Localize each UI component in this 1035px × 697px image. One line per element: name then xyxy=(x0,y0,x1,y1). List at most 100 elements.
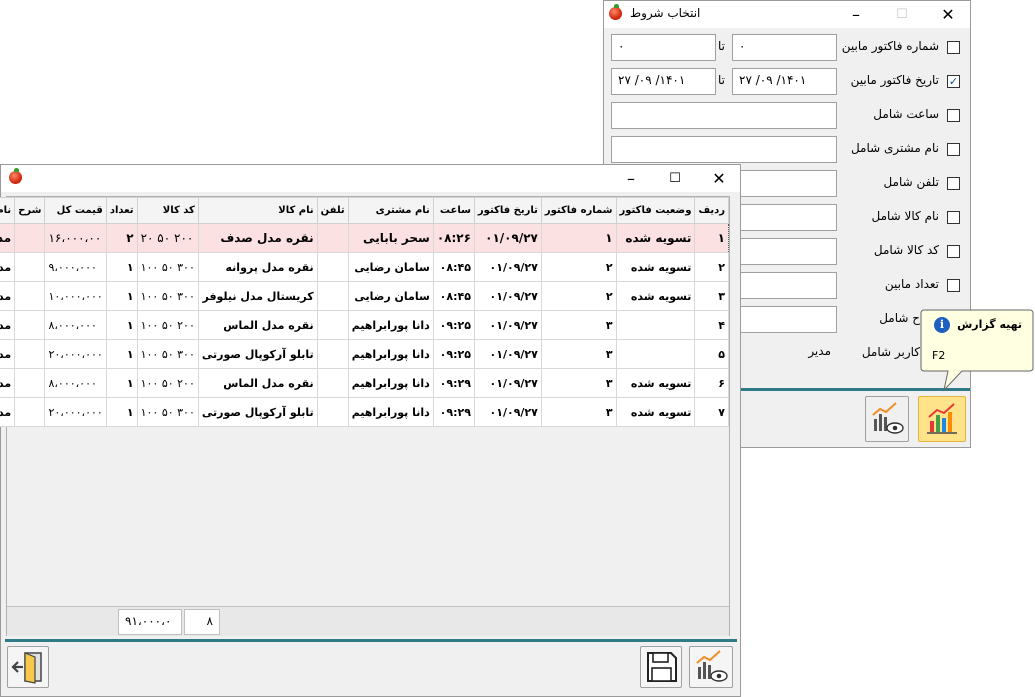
filter-label-4: تلفن شامل xyxy=(883,175,939,189)
table-cell: ۲ xyxy=(540,281,617,311)
tooltip-shortcut: F2 xyxy=(932,349,946,362)
filter-checkbox-6[interactable] xyxy=(947,245,960,258)
column-header[interactable]: شرح xyxy=(14,197,46,224)
column-header[interactable]: تاریخ فاکتور xyxy=(473,197,542,224)
table-cell: ۱ xyxy=(105,252,138,282)
column-header[interactable]: نام کالا xyxy=(197,197,318,224)
filter-from-input-0[interactable]: ۰ xyxy=(732,34,837,61)
column-header[interactable]: وضعیت فاکتور xyxy=(615,197,696,224)
table-cell: ۲۰۰ ۵۰ ۱۰۰ xyxy=(136,310,199,340)
column-header[interactable]: قیمت کل xyxy=(44,197,107,224)
close-button[interactable]: ✕ xyxy=(930,1,966,28)
column-header[interactable]: کد کالا xyxy=(136,197,199,224)
preview-button[interactable] xyxy=(689,646,733,688)
filter-value-input-2[interactable] xyxy=(611,102,837,129)
filter-from-input-1[interactable]: ۲۷ /۰۹ /۱۴۰۱ xyxy=(732,68,837,95)
table-cell: ۰۸:۴۵ xyxy=(432,281,475,311)
column-header[interactable]: شماره فاکتور xyxy=(540,197,617,224)
filter-checkbox-2[interactable] xyxy=(947,109,960,122)
table-cell: ۱ xyxy=(694,223,729,253)
table-cell: ۳ xyxy=(694,281,729,311)
column-header[interactable]: ردیف xyxy=(694,197,729,224)
table-row[interactable]: ۱ تسویه شده ۱ ۰۱/۰۹/۲۷ ۰۸:۲۶ سحر بابایی نقره م… xyxy=(0,223,729,253)
table-cell: ۲۰،۰۰۰،۰۰۰ xyxy=(44,397,107,427)
table-cell: ۰۱/۰۹/۲۷ xyxy=(473,252,542,282)
table-cell: ۰۱/۰۹/۲۷ xyxy=(473,339,542,369)
table-cell: ۱ xyxy=(105,368,138,398)
table-cell: تسویه شده xyxy=(615,281,696,311)
table-cell: نقره مدل صدف xyxy=(197,223,318,253)
minimize-button[interactable]: – xyxy=(613,165,649,192)
filter-value-input-3[interactable] xyxy=(611,136,837,163)
filter-checkbox-3[interactable] xyxy=(947,143,960,156)
filter-label-6: کد کالا شامل xyxy=(873,243,939,257)
chart-preview-icon xyxy=(696,650,728,682)
table-cell xyxy=(14,310,46,340)
filter-label-8: ح شامل xyxy=(879,311,920,325)
filter-to-input-1[interactable]: ۲۷ /۰۹ /۱۴۰۱ xyxy=(611,68,716,95)
grid-footer-bar xyxy=(7,606,729,636)
exit-button[interactable] xyxy=(7,646,49,688)
table-cell: ۳ xyxy=(540,310,617,340)
table-cell: ۷ xyxy=(694,397,729,427)
table-cell: ۴ xyxy=(694,310,729,340)
table-row[interactable]: ۳ تسویه شده ۲ ۰۱/۰۹/۲۷ ۰۸:۴۵ سامان رضایی کریست… xyxy=(0,281,729,311)
table-cell: کریستال مدل نیلوفر xyxy=(197,281,318,311)
table-cell: ۲۰۰ ۵۰ ۲۰ xyxy=(136,223,199,253)
table-cell xyxy=(316,281,349,311)
column-header[interactable]: ساعت xyxy=(432,197,475,224)
column-header[interactable]: نام مشتری xyxy=(347,197,434,224)
table-cell xyxy=(316,310,349,340)
table-cell: ۳۰۰ ۵۰ ۱۰۰ xyxy=(136,252,199,282)
table-cell: ۰۱/۰۹/۲۷ xyxy=(473,281,542,311)
minimize-button[interactable]: – xyxy=(838,1,874,28)
filter-checkbox-1[interactable]: ✓ xyxy=(947,75,960,88)
table-cell: مدیر xyxy=(0,368,16,398)
table-cell: ۸،۰۰۰،۰۰۰ xyxy=(44,368,107,398)
filter-checkbox-7[interactable] xyxy=(947,279,960,292)
results-grid[interactable]: ردیف وضعیت فاکتور شماره فاکتور تاریخ فاکتور… xyxy=(0,196,730,636)
column-header[interactable]: تعداد xyxy=(105,197,138,224)
table-row[interactable]: ۷ تسویه شده ۳ ۰۱/۰۹/۲۷ ۰۹:۲۹ دانا پورابراهیم ت… xyxy=(0,397,729,427)
table-cell: نقره مدل الماس xyxy=(197,368,318,398)
save-button[interactable] xyxy=(640,646,682,688)
column-header[interactable]: تلفن xyxy=(316,197,349,224)
table-cell: دانا پورابراهیم xyxy=(347,368,434,398)
table-cell xyxy=(14,368,46,398)
table-cell xyxy=(615,310,696,340)
chart-preview-icon xyxy=(872,402,904,434)
table-cell: دانا پورابراهیم xyxy=(347,339,434,369)
filter-checkbox-0[interactable] xyxy=(947,41,960,54)
filter-label-1: تاریخ فاکتور مابین xyxy=(850,73,939,87)
filter-to-input-0[interactable]: ۰ xyxy=(611,34,716,61)
filter-to-label-1: تا xyxy=(718,73,725,87)
table-cell: سحر بابایی xyxy=(347,223,434,253)
table-cell: ۰۸:۲۶ xyxy=(432,223,475,253)
filter-checkbox-4[interactable] xyxy=(947,177,960,190)
report-titlebar: ✕ ☐ – xyxy=(1,165,740,192)
table-row[interactable]: ۲ تسویه شده ۲ ۰۱/۰۹/۲۷ ۰۸:۴۵ سامان رضایی نقره … xyxy=(0,252,729,282)
table-cell xyxy=(316,339,349,369)
table-cell: مدیر xyxy=(0,397,16,427)
table-cell xyxy=(14,339,46,369)
table-cell: ۳ xyxy=(540,339,617,369)
filter-checkbox-5[interactable] xyxy=(947,211,960,224)
table-cell: تابلو آرکوپال صورتی xyxy=(197,397,318,427)
maximize-button[interactable]: ☐ xyxy=(657,165,693,192)
close-button[interactable]: ✕ xyxy=(701,165,737,192)
table-cell: ۰۹:۲۹ xyxy=(432,368,475,398)
app-icon xyxy=(609,4,622,20)
table-cell: ۰۱/۰۹/۲۷ xyxy=(473,310,542,340)
table-cell: ۱ xyxy=(105,339,138,369)
table-row[interactable]: ۶ تسویه شده ۳ ۰۱/۰۹/۲۷ ۰۹:۲۹ دانا پورابراهیم ن… xyxy=(0,368,729,398)
table-cell: ۰۱/۰۹/۲۷ xyxy=(473,397,542,427)
table-row[interactable]: ۵ ۳ ۰۱/۰۹/۲۷ ۰۹:۲۵ دانا پورابراهیم تابلو آرکو… xyxy=(0,339,729,369)
table-cell xyxy=(14,252,46,282)
table-cell: ۳۰۰ ۵۰ ۱۰۰ xyxy=(136,339,199,369)
preview-report-button[interactable] xyxy=(865,396,909,442)
table-row[interactable]: ۴ ۳ ۰۱/۰۹/۲۷ ۰۹:۲۵ دانا پورابراهیم نقره مدل ا… xyxy=(0,310,729,340)
column-header[interactable]: نام کاربر xyxy=(0,197,16,224)
table-cell: ۳۰۰ ۵۰ ۱۰۰ xyxy=(136,281,199,311)
table-cell: ۸،۰۰۰،۰۰۰ xyxy=(44,310,107,340)
table-cell: ۰۱/۰۹/۲۷ xyxy=(473,223,542,253)
